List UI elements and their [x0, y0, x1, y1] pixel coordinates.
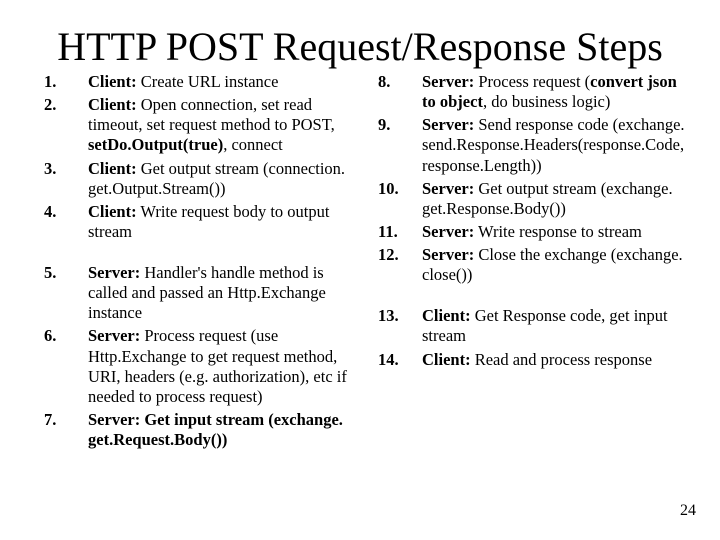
item-number: 5. [44, 263, 88, 283]
item-text: Server: Close the exchange (exchange. cl… [422, 245, 692, 285]
slide: HTTP POST Request/Response Steps 1.Clien… [0, 0, 720, 540]
list-spacer [44, 245, 358, 263]
item-number: 12. [378, 245, 422, 265]
item-number: 1. [44, 72, 88, 92]
item-number: 8. [378, 72, 422, 92]
item-text: Server: Process request (use Http.Exchan… [88, 326, 358, 407]
list-item: 8.Server: Process request (convert json … [378, 72, 692, 112]
slide-title: HTTP POST Request/Response Steps [0, 0, 720, 72]
item-text: Server: Write response to stream [422, 222, 692, 242]
item-text: Client: Get Response code, get input str… [422, 306, 692, 346]
item-text: Server: Send response code (exchange. se… [422, 115, 692, 175]
list-item: 13.Client: Get Response code, get input … [378, 306, 692, 346]
item-text: Client: Get output stream (connection. g… [88, 159, 358, 199]
item-text: Client: Create URL instance [88, 72, 358, 92]
list-item: 11.Server: Write response to stream [378, 222, 692, 242]
item-number: 2. [44, 95, 88, 115]
list-item: 4.Client: Write request body to output s… [44, 202, 358, 242]
item-number: 3. [44, 159, 88, 179]
list-item: 2.Client: Open connection, set read time… [44, 95, 358, 155]
list-item: 10.Server: Get output stream (exchange. … [378, 179, 692, 219]
item-number: 10. [378, 179, 422, 199]
item-text: Client: Write request body to output str… [88, 202, 358, 242]
page-number: 24 [680, 502, 696, 520]
content-columns: 1.Client: Create URL instance2.Client: O… [0, 72, 720, 453]
list-item: 12.Server: Close the exchange (exchange.… [378, 245, 692, 285]
item-text: Client: Open connection, set read timeou… [88, 95, 358, 155]
list-item: 7.Server: Get input stream (exchange. ge… [44, 410, 358, 450]
list-item: 6.Server: Process request (use Http.Exch… [44, 326, 358, 407]
item-number: 7. [44, 410, 88, 430]
list-item: 3.Client: Get output stream (connection.… [44, 159, 358, 199]
item-text: Client: Read and process response [422, 350, 692, 370]
list-item: 14.Client: Read and process response [378, 350, 692, 370]
item-number: 13. [378, 306, 422, 326]
item-text: Server: Handler's handle method is calle… [88, 263, 358, 323]
left-column: 1.Client: Create URL instance2.Client: O… [44, 72, 376, 453]
item-number: 6. [44, 326, 88, 346]
item-text: Server: Get input stream (exchange. get.… [88, 410, 358, 450]
list-item: 1.Client: Create URL instance [44, 72, 358, 92]
list-spacer [378, 288, 692, 306]
list-item: 5.Server: Handler's handle method is cal… [44, 263, 358, 323]
item-number: 9. [378, 115, 422, 135]
item-number: 11. [378, 222, 422, 242]
item-text: Server: Process request (convert json to… [422, 72, 692, 112]
item-number: 14. [378, 350, 422, 370]
right-column: 8.Server: Process request (convert json … [376, 72, 692, 453]
item-text: Server: Get output stream (exchange. get… [422, 179, 692, 219]
list-item: 9.Server: Send response code (exchange. … [378, 115, 692, 175]
item-number: 4. [44, 202, 88, 222]
